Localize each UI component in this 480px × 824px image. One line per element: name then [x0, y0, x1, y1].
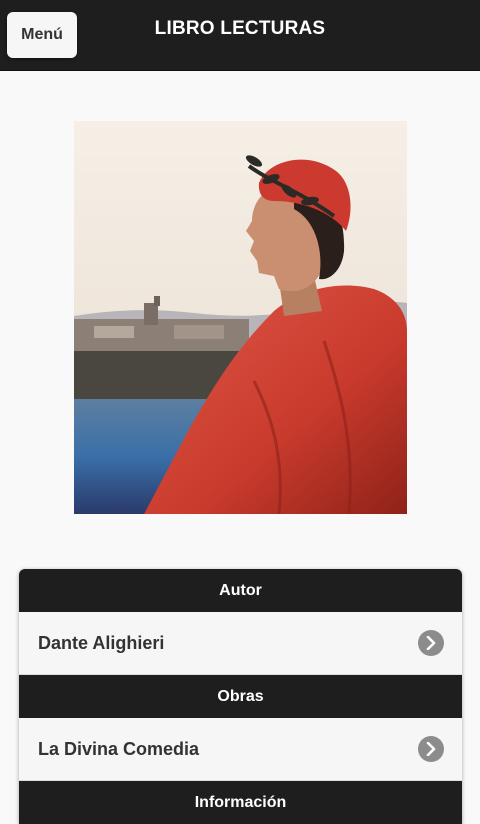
info-list: Autor Dante Alighieri Obras La Divina Co… [19, 569, 462, 824]
header-bar: Menú LIBRO LECTURAS [0, 0, 480, 71]
page-title: LIBRO LECTURAS [154, 18, 326, 39]
chevron-right-icon [418, 630, 444, 656]
dante-portrait-image [74, 121, 407, 514]
list-divider-obras: Obras [19, 675, 462, 718]
menu-button[interactable]: Menú [7, 12, 77, 58]
list-divider-informacion: Información [19, 781, 462, 824]
chevron-right-icon [418, 736, 444, 762]
list-divider-autor: Autor [19, 569, 462, 612]
list-item-label: La Divina Comedia [38, 738, 200, 759]
list-item-dante-alighieri[interactable]: Dante Alighieri [19, 612, 462, 675]
list-item-label: Dante Alighieri [38, 632, 165, 653]
list-item-la-divina-comedia[interactable]: La Divina Comedia [19, 718, 462, 781]
